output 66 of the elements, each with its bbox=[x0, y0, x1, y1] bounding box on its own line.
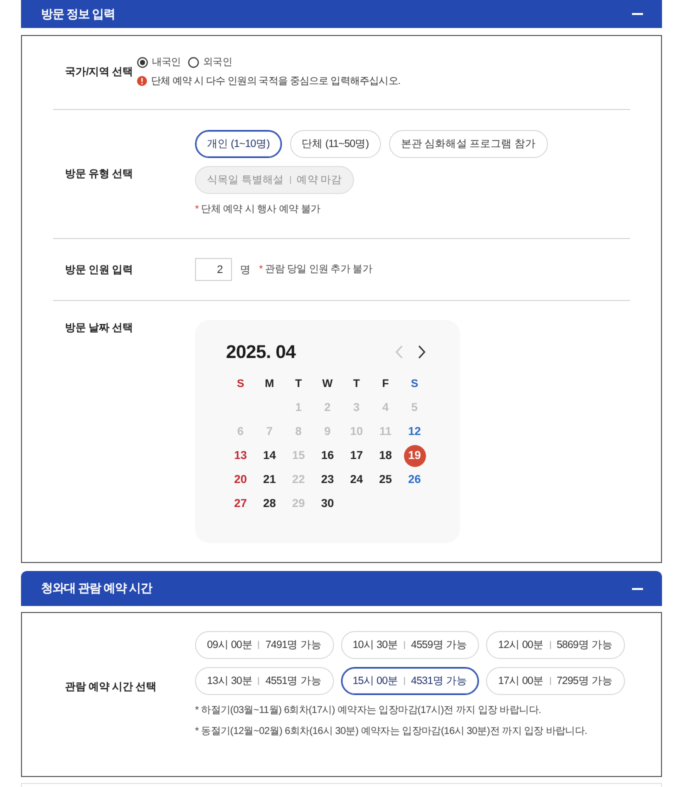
time-slot-chip[interactable]: 10시 30분 4559명 가능 bbox=[340, 631, 480, 659]
calendar-day: 7 bbox=[258, 421, 280, 443]
calendar-day[interactable]: 20 bbox=[230, 469, 252, 491]
weekday-label: S bbox=[410, 378, 418, 390]
note-text: * 단체 예약 시 행사 예약 불가 bbox=[195, 203, 322, 217]
chevron-right-icon[interactable] bbox=[418, 345, 426, 359]
option-chip[interactable]: 본관 심화해설 프로그램 참가 bbox=[388, 130, 548, 158]
calendar-day[interactable]: 25 bbox=[374, 469, 396, 491]
field-label: 관람 예약 시간 선택 bbox=[65, 680, 156, 694]
month-title: 2025. 04 bbox=[226, 341, 296, 363]
weekday-label: W bbox=[322, 378, 333, 390]
calendar-day: 2 bbox=[316, 397, 338, 419]
calendar-day: 10 bbox=[346, 421, 368, 443]
calendar-day: 3 bbox=[346, 397, 368, 419]
field-label: 방문 날짜 선택 bbox=[65, 321, 133, 336]
time-slot-chip[interactable]: 17시 00분 7295명 가능 bbox=[486, 667, 625, 695]
calendar-day[interactable]: 18 bbox=[374, 445, 396, 467]
calendar-day[interactable]: 24 bbox=[346, 469, 368, 491]
calendar-day: 22 bbox=[288, 469, 310, 491]
weekday-label: S bbox=[236, 378, 244, 390]
calendar-day[interactable]: 21 bbox=[258, 469, 280, 491]
note-text: * 동절기(12월~02월) 6회차(16시 30분) 예약자는 입장마감(16시 30분)전 까지 입장 바랍니다. bbox=[195, 725, 588, 739]
calendar-day: 9 bbox=[316, 421, 338, 443]
calendar-day[interactable]: 26 bbox=[404, 469, 426, 491]
calendar-day: 8 bbox=[288, 421, 310, 443]
note-text: * 하절기(03월~11월) 6회차(17시) 예약자는 입장마감(17시)전 까지 입장 바랍니다. bbox=[195, 704, 542, 718]
time-slot-chip[interactable]: 12시 00분 5869명 가능 bbox=[486, 631, 625, 659]
calendar-day[interactable]: 16 bbox=[316, 445, 338, 467]
field-label: 국가/지역 선택 bbox=[65, 64, 133, 80]
count-field[interactable]: 2 bbox=[195, 258, 232, 281]
alert-icon bbox=[136, 76, 147, 86]
option-chip[interactable]: 단체 (11~50명) bbox=[290, 130, 381, 158]
note-text: * 관람 당일 인원 추가 불가 bbox=[259, 262, 372, 276]
calendar-day[interactable]: 12 bbox=[404, 421, 426, 443]
calendar-day[interactable]: 19 bbox=[404, 445, 426, 467]
calendar-day[interactable]: 17 bbox=[346, 445, 368, 467]
calendar-day: 6 bbox=[230, 421, 252, 443]
weekday-label: M bbox=[264, 378, 274, 390]
calendar-day[interactable]: 13 bbox=[230, 445, 252, 467]
calendar-day[interactable]: 27 bbox=[230, 493, 252, 515]
calendar-day[interactable]: 30 bbox=[316, 493, 338, 515]
calendar-day: 15 bbox=[288, 445, 310, 467]
field-label: 방문 유형 선택 bbox=[65, 167, 133, 182]
minus-icon[interactable] bbox=[632, 588, 643, 590]
calendar-day[interactable]: 28 bbox=[258, 493, 280, 515]
unit-label: 명 bbox=[240, 262, 251, 276]
option-chip[interactable]: 개인 (1~10명) bbox=[195, 130, 282, 158]
field-label: 방문 인원 입력 bbox=[65, 262, 133, 278]
calendar-day: 4 bbox=[374, 397, 396, 419]
time-slot-chip[interactable]: 09시 00분 7491명 가능 bbox=[195, 631, 334, 659]
calendar-day: 5 bbox=[404, 397, 426, 419]
calendar-day: 29 bbox=[288, 493, 310, 515]
calendar-day: 1 bbox=[288, 397, 310, 419]
weekday-label: T bbox=[295, 378, 302, 390]
radio-option[interactable]: 외국인 bbox=[188, 55, 232, 69]
weekday-label: T bbox=[353, 378, 360, 390]
weekday-label: F bbox=[382, 378, 389, 390]
calendar-day[interactable]: 14 bbox=[258, 445, 280, 467]
calendar-day: 11 bbox=[374, 421, 396, 443]
notice-text: 단체 예약 시 다수 인원의 국적을 중심으로 입력해주십시오. bbox=[150, 75, 400, 88]
time-slot-chip[interactable]: 13시 30분 4551명 가능 bbox=[195, 667, 334, 695]
calendar-day[interactable]: 23 bbox=[316, 469, 338, 491]
section-title: 방문 정보 입력 bbox=[41, 6, 115, 22]
time-slot-chip[interactable]: 15시 00분 4531명 가능 bbox=[340, 667, 480, 695]
radio-option[interactable]: 내국인 bbox=[136, 55, 181, 69]
section-title: 청와대 관람 예약 시간 bbox=[41, 580, 152, 597]
